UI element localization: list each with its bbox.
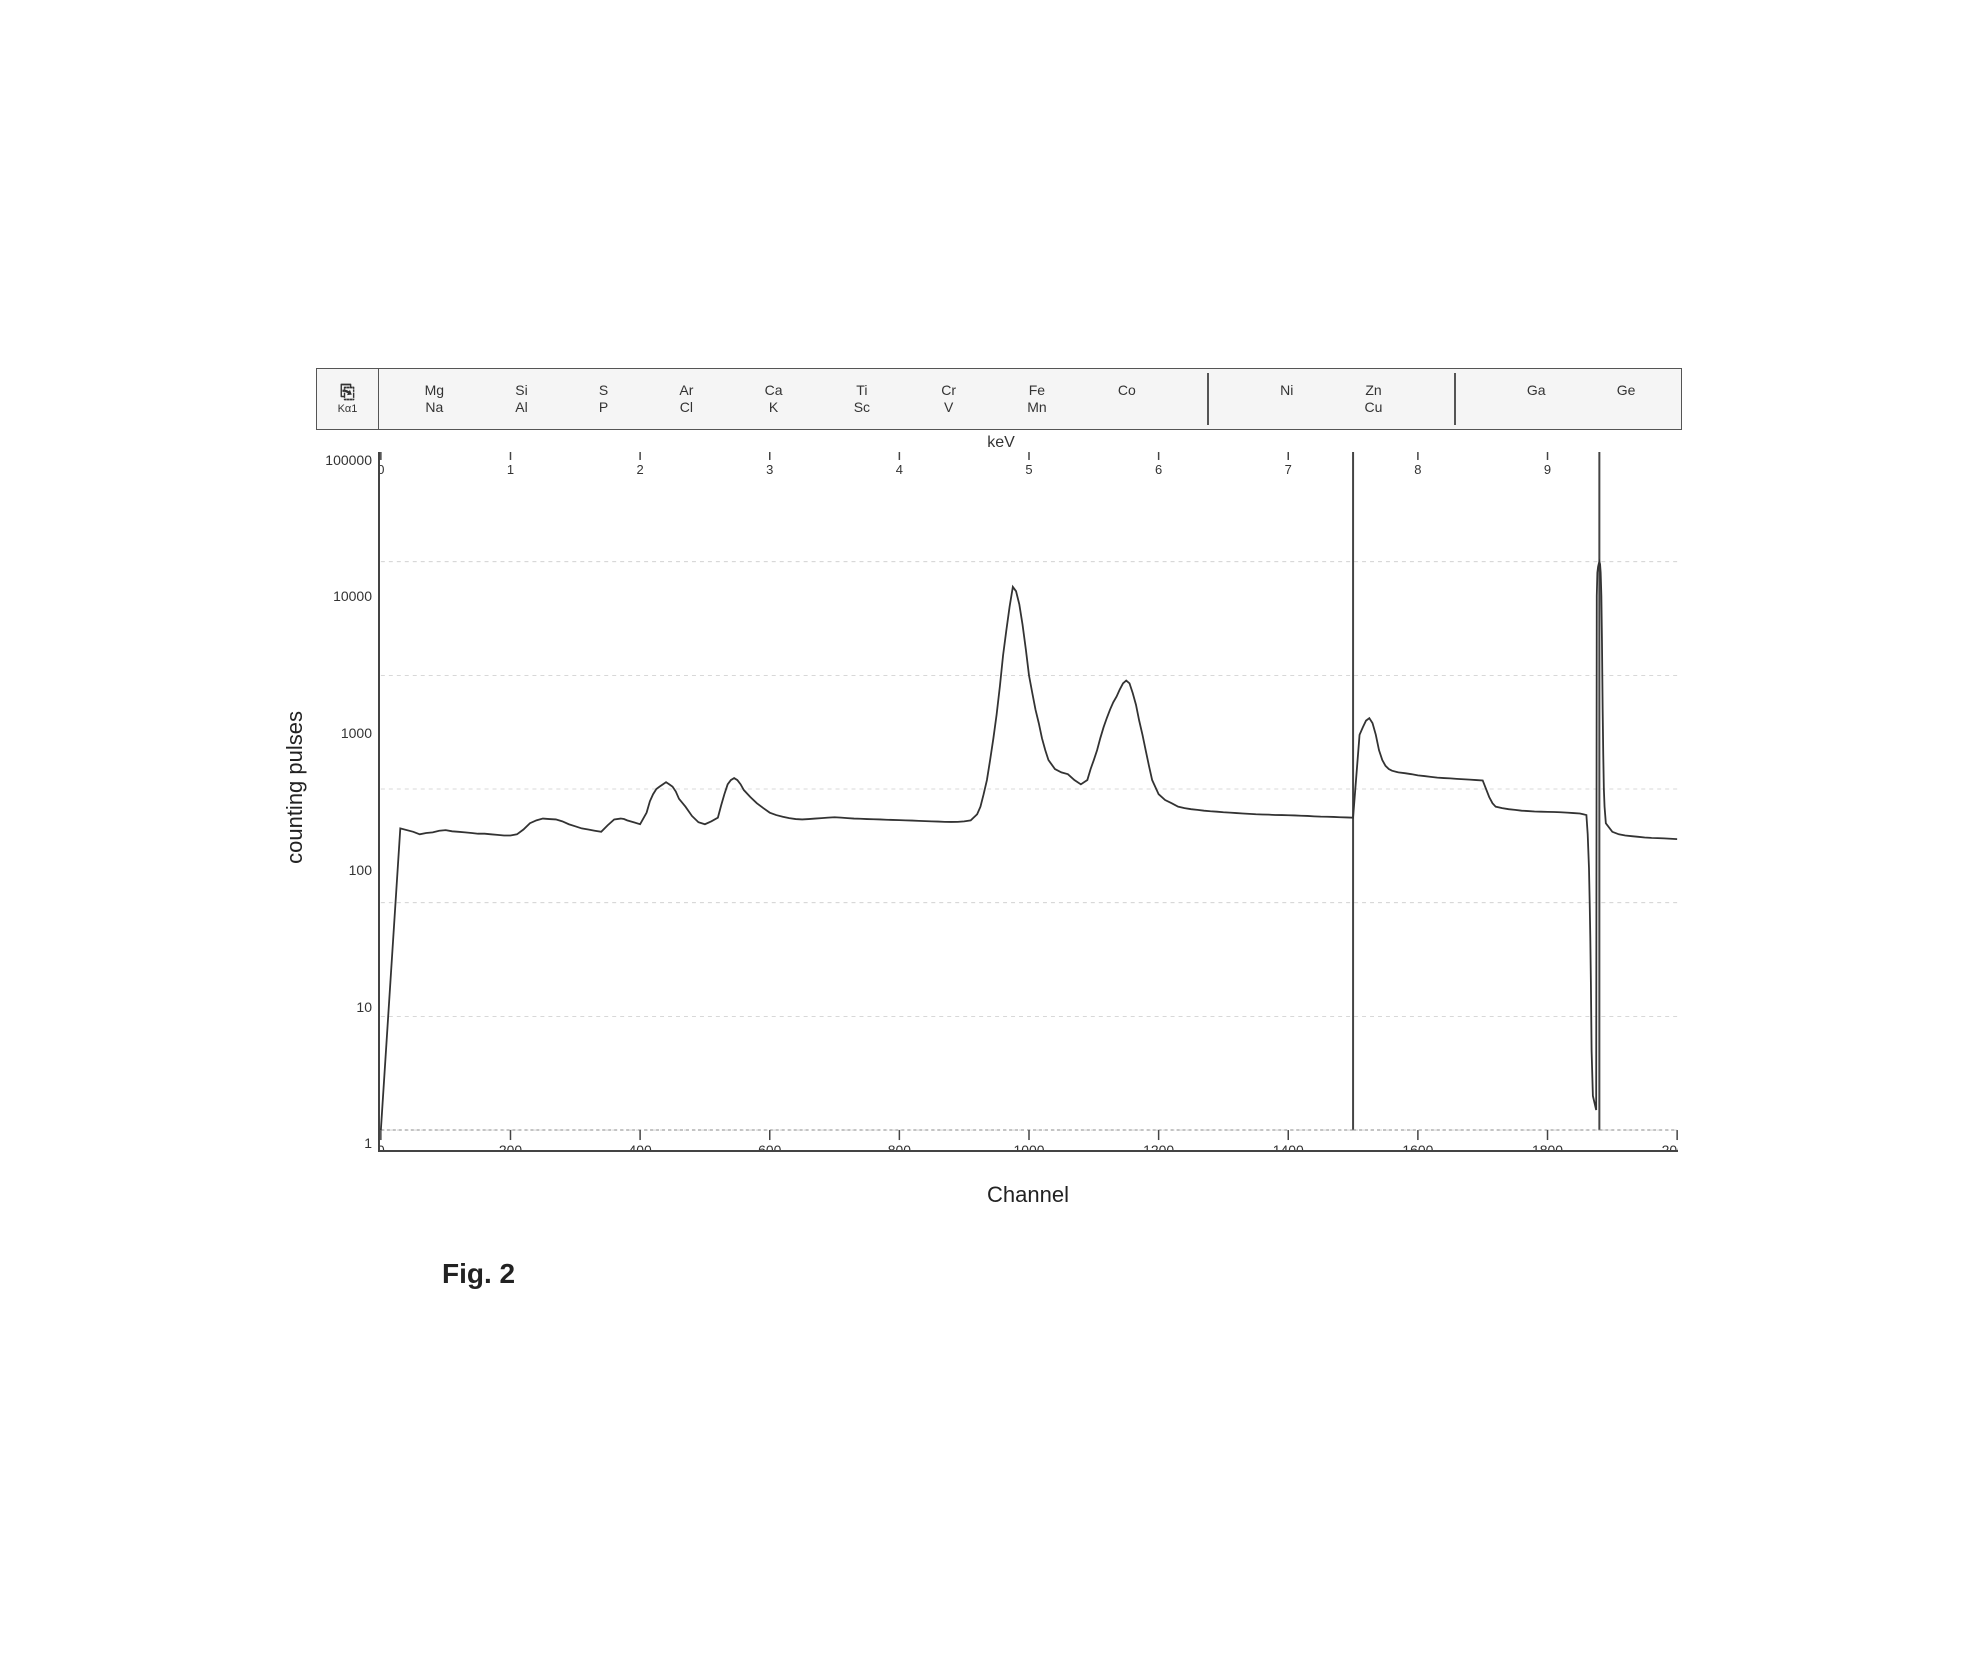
- y-tick-100000: 100000: [325, 452, 372, 468]
- figure-container: counting pulses ⎘ Kα1 MgNa SiAl SP ArCl: [282, 368, 1682, 1290]
- el-Ar-Cl: ArCl: [679, 382, 693, 416]
- svg-text:2000: 2000: [1662, 1141, 1678, 1151]
- y-axis-ticks: 100000 10000 1000 100 10 1: [316, 452, 378, 1152]
- svg-text:1800: 1800: [1532, 1141, 1563, 1151]
- svg-text:4: 4: [896, 461, 903, 476]
- svg-text:2: 2: [637, 461, 644, 476]
- el-Ga: Ga: [1527, 382, 1546, 416]
- y-tick-1000: 1000: [341, 725, 372, 741]
- y-tick-100: 100: [349, 862, 372, 878]
- svg-text:3: 3: [766, 461, 773, 476]
- section-divider-2: [1454, 373, 1456, 425]
- el-Ca-K: CaK: [765, 382, 783, 416]
- el-Zn-Cu: ZnCu: [1365, 382, 1383, 416]
- y-axis-label: counting pulses: [282, 711, 308, 864]
- svg-text:1: 1: [507, 461, 514, 476]
- section-divider-1: [1207, 373, 1209, 425]
- x-axis-container: Channel: [378, 1152, 1682, 1208]
- spectrum-line: [381, 561, 1677, 1129]
- svg-text:1400: 1400: [1273, 1141, 1304, 1151]
- chart-right: ⎘ Kα1 MgNa SiAl SP ArCl CaK TiSc CrV FeM…: [316, 368, 1682, 1208]
- main-chart-svg: 0 200 400 600 800 1000 1200 1400 1600 18…: [378, 452, 1678, 1152]
- svg-text:7: 7: [1285, 461, 1292, 476]
- chart-area: counting pulses ⎘ Kα1 MgNa SiAl SP ArCl: [282, 368, 1682, 1208]
- el-Ti-Sc: TiSc: [854, 382, 870, 416]
- x-axis-label: Channel: [378, 1152, 1678, 1208]
- el-Cr-V: CrV: [941, 382, 956, 416]
- svg-text:800: 800: [888, 1141, 912, 1151]
- svg-text:600: 600: [758, 1141, 782, 1151]
- keV-row: keV: [316, 434, 1682, 452]
- el-Mg-Na: MgNa: [425, 382, 444, 416]
- svg-text:1200: 1200: [1143, 1141, 1174, 1151]
- page-container: counting pulses ⎘ Kα1 MgNa SiAl SP ArCl: [0, 0, 1964, 1657]
- el-S-P: SP: [599, 382, 608, 416]
- icon-symbol: ⎘: [340, 382, 354, 403]
- element-bar-labels: MgNa SiAl SP ArCl CaK TiSc CrV FeMn Co N…: [379, 369, 1681, 429]
- y-tick-10000: 10000: [333, 588, 372, 604]
- el-Ge: Ge: [1617, 382, 1636, 416]
- y-tick-1: 1: [364, 1135, 372, 1151]
- keV-label: keV: [320, 434, 1682, 452]
- el-Co: Co: [1118, 382, 1136, 416]
- svg-text:8: 8: [1414, 461, 1421, 476]
- svg-text:1000: 1000: [1013, 1141, 1044, 1151]
- svg-text:0: 0: [378, 461, 384, 476]
- chart-container: 100000 10000 1000 100 10 1: [316, 452, 1682, 1152]
- element-bar: ⎘ Kα1 MgNa SiAl SP ArCl CaK TiSc CrV FeM…: [316, 368, 1682, 430]
- el-Ni: Ni: [1280, 382, 1293, 416]
- element-bar-icon: ⎘ Kα1: [317, 369, 379, 429]
- svg-text:9: 9: [1544, 461, 1551, 476]
- icon-label: Kα1: [338, 403, 358, 415]
- svg-text:1600: 1600: [1402, 1141, 1433, 1151]
- svg-text:6: 6: [1155, 461, 1162, 476]
- svg-text:400: 400: [628, 1141, 652, 1151]
- el-Si-Al: SiAl: [515, 382, 527, 416]
- el-Fe-Mn: FeMn: [1027, 382, 1046, 416]
- svg-text:5: 5: [1025, 461, 1032, 476]
- figure-label: Fig. 2: [442, 1258, 515, 1290]
- svg-text:200: 200: [499, 1141, 523, 1151]
- y-tick-10: 10: [356, 999, 372, 1015]
- svg-text:0: 0: [378, 1141, 385, 1151]
